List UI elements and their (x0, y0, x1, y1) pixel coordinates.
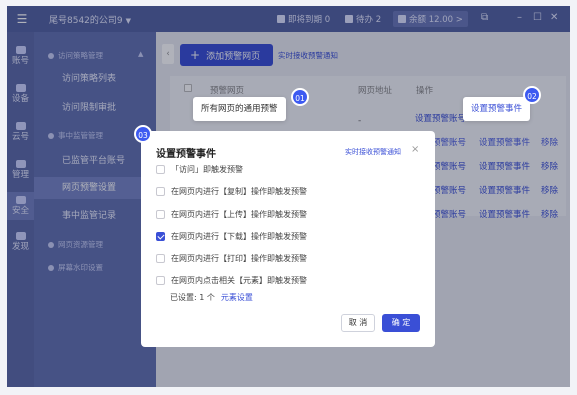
option-download[interactable]: 在网页内进行【下载】操作即触发预警 (156, 231, 307, 242)
step-badge-02: 02 (523, 86, 541, 104)
option-upload[interactable]: 在网页内进行【上传】操作即触发预警 (156, 209, 307, 220)
option-checkbox[interactable] (156, 210, 165, 219)
option-checkbox[interactable] (156, 254, 165, 263)
cancel-button[interactable]: 取 消 (341, 314, 375, 332)
element-settings-link[interactable]: 元素设置 (221, 293, 253, 302)
set-alert-event-dialog: 设置预警事件 实时接收预警通知 × 「访问」即触发预警 在网页内进行【复制】操作… (141, 131, 435, 347)
confirm-button[interactable]: 确 定 (382, 314, 420, 332)
option-copy[interactable]: 在网页内进行【复制】操作即触发预警 (156, 186, 307, 197)
option-visit[interactable]: 「访问」即触发预警 (156, 164, 243, 175)
option-element[interactable]: 在网页内点击相关【元素】即触发预警 (156, 275, 307, 286)
step-badge-01: 01 (291, 88, 309, 106)
dialog-title: 设置预警事件 (156, 149, 216, 160)
close-icon[interactable]: × (411, 144, 419, 155)
dialog-notify-link[interactable]: 实时接收预警通知 (345, 147, 401, 157)
option-checkbox[interactable] (156, 165, 165, 174)
element-set-info: 已设置: 1 个元素设置 (170, 293, 253, 302)
callout-set-alert-event[interactable]: 设置预警事件 (463, 97, 531, 121)
option-checkbox-checked[interactable] (156, 232, 165, 241)
step-badge-03: 03 (134, 125, 152, 143)
option-print[interactable]: 在网页内进行【打印】操作即触发预警 (156, 253, 307, 264)
option-checkbox[interactable] (156, 187, 165, 196)
callout-general-alert: 所有网页的通用预警 (193, 97, 286, 121)
option-checkbox[interactable] (156, 276, 165, 285)
